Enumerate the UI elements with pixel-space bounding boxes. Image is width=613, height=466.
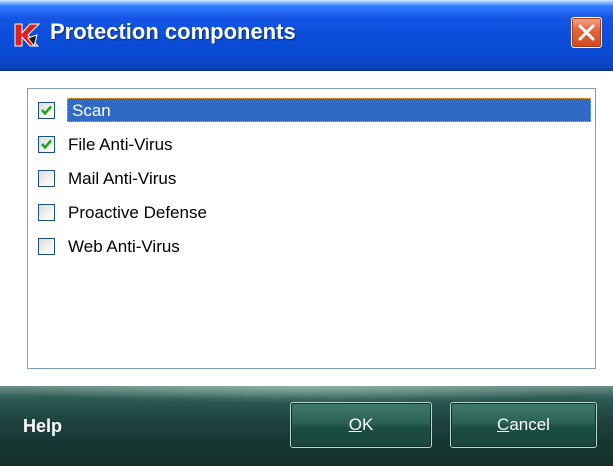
ok-mnemonic: O	[348, 415, 362, 434]
cancel-mnemonic: C	[497, 415, 510, 434]
list-item-label: Mail Anti-Virus	[68, 169, 177, 188]
dialog-footer: Help OK Cancel	[0, 386, 613, 466]
file-anti-virus-checkbox[interactable]	[38, 136, 55, 153]
checkmark-icon	[41, 105, 52, 116]
list-item-file-anti-virus[interactable]: File Anti-Virus	[36, 132, 591, 158]
protection-components-dialog: Protection components Scan File Anti-Vir…	[0, 0, 613, 466]
components-checklist[interactable]: Scan File Anti-Virus Mail Anti-Virus Pro…	[27, 88, 596, 369]
proactive-defense-checkbox[interactable]	[38, 204, 55, 221]
scan-checkbox[interactable]	[38, 102, 55, 119]
window-title: Protection components	[50, 19, 296, 44]
list-item-mail-anti-virus[interactable]: Mail Anti-Virus	[36, 166, 591, 192]
list-item-proactive-defense[interactable]: Proactive Defense	[36, 200, 591, 226]
list-item-scan[interactable]: Scan	[36, 98, 591, 124]
help-link[interactable]: Help	[23, 416, 62, 437]
cancel-label-rest: ancel	[509, 415, 550, 434]
web-anti-virus-checkbox[interactable]	[38, 238, 55, 255]
list-item-label: Proactive Defense	[68, 203, 207, 222]
kaspersky-app-icon	[14, 23, 40, 48]
checkmark-icon	[41, 139, 52, 150]
list-item-label: Web Anti-Virus	[68, 237, 180, 256]
list-item-label: Scan	[72, 101, 111, 120]
list-item-label: File Anti-Virus	[68, 135, 173, 154]
cancel-button[interactable]: Cancel	[450, 402, 597, 448]
ok-label-rest: K	[361, 415, 374, 434]
close-icon	[578, 24, 595, 41]
ok-button[interactable]: OK	[290, 402, 432, 448]
selection-highlight	[67, 98, 591, 122]
dialog-body: Scan File Anti-Virus Mail Anti-Virus Pro…	[0, 71, 613, 386]
close-button[interactable]	[571, 17, 602, 48]
title-bar[interactable]: Protection components	[0, 0, 613, 71]
mail-anti-virus-checkbox[interactable]	[38, 170, 55, 187]
list-item-web-anti-virus[interactable]: Web Anti-Virus	[36, 234, 591, 260]
